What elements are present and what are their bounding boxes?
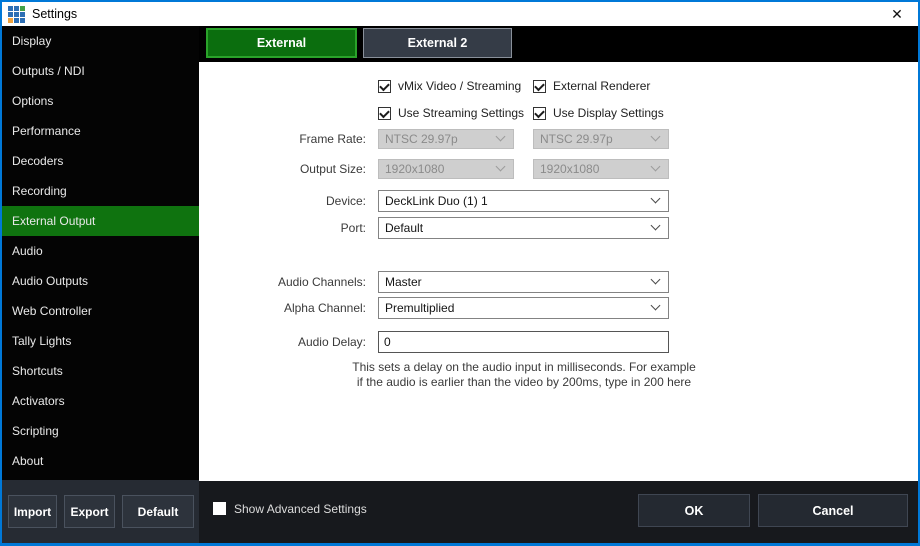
close-icon[interactable]: ✕ (887, 4, 907, 24)
frame-rate-dropdown-1: NTSC 29.97p (378, 129, 514, 149)
sidebar-item-options[interactable]: Options (2, 86, 201, 116)
sidebar-item-tally-lights[interactable]: Tally Lights (2, 326, 201, 356)
device-value: DeckLink Duo (1) 1 (385, 194, 488, 208)
output-size-value-1: 1920x1080 (385, 162, 444, 176)
audio-delay-input[interactable] (378, 331, 669, 353)
sidebar-item-outputs-ndi[interactable]: Outputs / NDI (2, 56, 201, 86)
port-dropdown[interactable]: Default (378, 217, 669, 239)
external-renderer-checkbox-row: External Renderer (533, 79, 650, 93)
sidebar-item-audio-outputs[interactable]: Audio Outputs (2, 266, 201, 296)
device-label: Device: (199, 190, 366, 212)
frame-rate-dropdown-2: NTSC 29.97p (533, 129, 669, 149)
chevron-down-icon (651, 221, 661, 231)
output-size-label: Output Size: (199, 159, 366, 179)
sidebar-item-performance[interactable]: Performance (2, 116, 201, 146)
sidebar-item-about[interactable]: About (2, 446, 201, 476)
show-advanced-settings-label: Show Advanced Settings (234, 502, 367, 516)
sidebar: Display Outputs / NDI Options Performanc… (2, 26, 201, 480)
frame-rate-value-1: NTSC 29.97p (385, 132, 458, 146)
use-display-settings-label: Use Display Settings (553, 106, 664, 120)
bottom-bar: Show Advanced Settings OK Cancel (199, 481, 918, 543)
sidebar-item-external-output[interactable]: External Output (2, 206, 201, 236)
audio-delay-help-text: This sets a delay on the audio input in … (349, 360, 699, 390)
port-label: Port: (199, 217, 366, 239)
sidebar-footer: Import Export Default (2, 480, 199, 543)
cancel-button[interactable]: Cancel (758, 494, 908, 527)
window-title: Settings (32, 7, 77, 21)
ok-button[interactable]: OK (638, 494, 750, 527)
chevron-down-icon (496, 132, 506, 142)
sidebar-item-decoders[interactable]: Decoders (2, 146, 201, 176)
chevron-down-icon (651, 162, 661, 172)
vmix-logo-icon (8, 6, 25, 23)
output-size-dropdown-2: 1920x1080 (533, 159, 669, 179)
tab-external-2[interactable]: External 2 (363, 28, 512, 58)
external-output-panel: vMix Video / Streaming External Renderer… (199, 62, 918, 481)
audio-delay-label: Audio Delay: (199, 331, 366, 353)
export-button[interactable]: Export (64, 495, 115, 528)
use-streaming-settings-checkbox[interactable] (378, 107, 391, 120)
chevron-down-icon (651, 194, 661, 204)
vmix-video-streaming-label: vMix Video / Streaming (398, 79, 521, 93)
audio-channels-label: Audio Channels: (199, 271, 366, 293)
sidebar-item-activators[interactable]: Activators (2, 386, 201, 416)
use-streaming-settings-checkbox-row: Use Streaming Settings (378, 106, 524, 120)
port-value: Default (385, 221, 423, 235)
vmix-video-streaming-checkbox-row: vMix Video / Streaming (378, 79, 521, 93)
import-button[interactable]: Import (8, 495, 57, 528)
settings-window: Settings ✕ Display Outputs / NDI Options… (0, 0, 920, 546)
sidebar-item-shortcuts[interactable]: Shortcuts (2, 356, 201, 386)
output-size-value-2: 1920x1080 (540, 162, 599, 176)
audio-channels-value: Master (385, 275, 422, 289)
sidebar-item-scripting[interactable]: Scripting (2, 416, 201, 446)
tab-strip: External External 2 (199, 26, 918, 62)
vmix-video-streaming-checkbox[interactable] (378, 80, 391, 93)
use-display-settings-checkbox[interactable] (533, 107, 546, 120)
sidebar-item-audio[interactable]: Audio (2, 236, 201, 266)
external-renderer-label: External Renderer (553, 79, 650, 93)
tab-external[interactable]: External (206, 28, 357, 58)
output-size-dropdown-1: 1920x1080 (378, 159, 514, 179)
audio-channels-dropdown[interactable]: Master (378, 271, 669, 293)
chevron-down-icon (496, 162, 506, 172)
sidebar-item-web-controller[interactable]: Web Controller (2, 296, 201, 326)
external-renderer-checkbox[interactable] (533, 80, 546, 93)
default-button[interactable]: Default (122, 495, 194, 528)
sidebar-item-display[interactable]: Display (2, 26, 201, 56)
device-dropdown[interactable]: DeckLink Duo (1) 1 (378, 190, 669, 212)
chevron-down-icon (651, 275, 661, 285)
use-display-settings-checkbox-row: Use Display Settings (533, 106, 664, 120)
show-advanced-settings-checkbox[interactable] (213, 502, 226, 515)
chevron-down-icon (651, 301, 661, 311)
sidebar-item-recording[interactable]: Recording (2, 176, 201, 206)
frame-rate-value-2: NTSC 29.97p (540, 132, 613, 146)
alpha-channel-dropdown[interactable]: Premultiplied (378, 297, 669, 319)
frame-rate-label: Frame Rate: (199, 129, 366, 149)
alpha-channel-label: Alpha Channel: (199, 297, 366, 319)
alpha-channel-value: Premultiplied (385, 301, 454, 315)
chevron-down-icon (651, 132, 661, 142)
use-streaming-settings-label: Use Streaming Settings (398, 106, 524, 120)
title-bar: Settings ✕ (2, 2, 918, 26)
